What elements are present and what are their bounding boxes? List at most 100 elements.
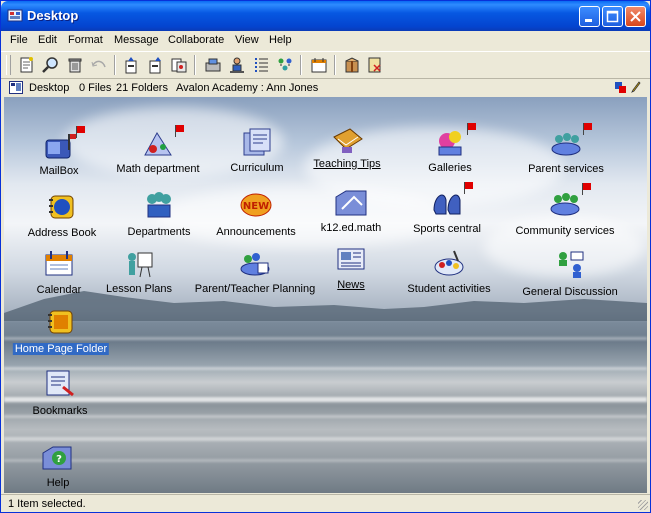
k12-ed-math-icon[interactable] [334, 187, 368, 219]
status-text: 1 Item selected. [8, 498, 86, 510]
people-icon[interactable] [275, 55, 295, 75]
desktop-icon-label[interactable]: MailBox [39, 165, 78, 177]
desktop-icon-label[interactable]: Parent services [528, 163, 604, 175]
desktop-icon-label[interactable]: Parent/Teacher Planning [195, 283, 315, 295]
maximize-icon [606, 10, 619, 23]
toolbar-separator [334, 55, 336, 75]
desktop-icon-label[interactable]: Calendar [37, 284, 82, 296]
address-book-icon[interactable] [45, 190, 79, 222]
desktop-icon-label[interactable]: Address Book [28, 227, 96, 239]
desktop-icon-label[interactable]: Curriculum [230, 162, 283, 174]
curriculum-icon[interactable] [240, 127, 274, 159]
departments-icon[interactable] [142, 189, 176, 221]
list-icon[interactable] [251, 55, 271, 75]
reply-icon[interactable] [89, 55, 109, 75]
help-icon[interactable]: ? [41, 441, 75, 473]
sports-central-icon[interactable] [430, 186, 464, 218]
desktop-icon-label[interactable]: Lesson Plans [106, 283, 172, 295]
close-doc-icon[interactable] [365, 55, 385, 75]
minimize-button[interactable] [579, 6, 600, 27]
student-activities-icon[interactable] [432, 247, 466, 279]
community-services-icon[interactable] [548, 187, 582, 219]
download-icon[interactable] [145, 55, 165, 75]
math-department-icon[interactable] [141, 129, 175, 161]
calendar-icon[interactable] [309, 55, 329, 75]
red-flag-icon [175, 125, 184, 137]
trash-icon[interactable] [65, 55, 85, 75]
desktop-icon-label[interactable]: Galleries [428, 162, 471, 174]
calendar-icon[interactable] [42, 247, 76, 279]
lesson-plans-icon[interactable] [122, 249, 156, 281]
menu-help[interactable]: Help [269, 34, 292, 46]
user-icon[interactable] [227, 55, 247, 75]
red-flag-icon [583, 123, 592, 135]
window-title: Desktop [27, 8, 79, 23]
desktop-icon-label[interactable]: General Discussion [522, 286, 617, 298]
desktop-window: Desktop File Edit Format Message Collabo… [0, 0, 651, 513]
toolbar-grip[interactable] [6, 55, 11, 75]
bookmarks-icon[interactable] [43, 367, 77, 399]
toolbar-separator [300, 55, 302, 75]
toolbar-separator [194, 55, 196, 75]
academy-user: Avalon Academy : Ann Jones [176, 82, 319, 94]
desktop-area[interactable]: MailBox Math department Curriculum Teaching… [4, 97, 647, 493]
network-icon[interactable] [203, 55, 223, 75]
toolbar [1, 51, 650, 79]
package-icon[interactable] [342, 55, 362, 75]
red-flag-icon [582, 183, 591, 195]
general-discussion-icon[interactable] [553, 248, 587, 280]
copy-icon[interactable] [169, 55, 189, 75]
upload-icon[interactable] [121, 55, 141, 75]
menu-format[interactable]: Format [68, 34, 103, 46]
desktop-icon-label[interactable]: k12.ed.math [321, 222, 382, 234]
close-icon [630, 11, 641, 22]
address-bar: Desktop 0 Files 21 Folders Avalon Academ… [1, 80, 650, 96]
galleries-icon[interactable] [433, 127, 467, 159]
red-flag-icon [76, 126, 85, 138]
resize-grip[interactable] [638, 500, 648, 510]
flags-icon[interactable] [615, 82, 626, 93]
news-icon[interactable] [334, 243, 368, 275]
desktop-icon-label[interactable]: Student activities [407, 283, 490, 295]
menu-edit[interactable]: Edit [38, 34, 57, 46]
desktop-icon-label[interactable]: Community services [515, 225, 614, 237]
home-page-folder-icon[interactable] [44, 305, 78, 337]
parent-services-icon[interactable] [549, 127, 583, 159]
menu-collaborate[interactable]: Collaborate [168, 34, 224, 46]
status-bar: 1 Item selected. [1, 494, 650, 512]
menu-view[interactable]: View [235, 34, 259, 46]
desktop-icon-label[interactable]: Home Page Folder [12, 343, 110, 355]
maximize-button[interactable] [602, 6, 623, 27]
red-flag-icon [464, 182, 473, 194]
red-flag-icon [467, 123, 476, 135]
announcements-icon[interactable]: NEW [239, 189, 273, 221]
desktop-icon-label[interactable]: Departments [128, 226, 191, 238]
mailbox-icon[interactable] [42, 130, 76, 162]
desktop-icon-label[interactable]: Help [47, 477, 70, 489]
close-button[interactable] [625, 6, 646, 27]
minimize-icon [585, 19, 592, 22]
folder-count: 21 Folders [116, 82, 168, 94]
desktop-icon-label[interactable]: Teaching Tips [313, 158, 380, 170]
desktop-icon-label[interactable]: Sports central [413, 223, 481, 235]
desktop-icon-label[interactable]: Announcements [216, 226, 296, 238]
desktop-icon-label[interactable]: Bookmarks [32, 405, 87, 417]
desktop-app-icon [7, 9, 23, 22]
location-label: Desktop [29, 82, 70, 94]
menu-file[interactable]: File [10, 34, 28, 46]
svg-text:?: ? [56, 454, 62, 465]
toolbar-separator [114, 55, 116, 75]
title-bar[interactable]: Desktop [1, 1, 650, 31]
svg-text:NEW: NEW [243, 201, 269, 212]
new-document-icon[interactable] [17, 55, 37, 75]
parent-teacher-planning-icon[interactable] [238, 247, 272, 279]
pencil-icon[interactable] [631, 81, 641, 93]
search-icon[interactable] [41, 55, 61, 75]
menu-message[interactable]: Message [114, 34, 159, 46]
desktop-location-icon [9, 81, 23, 94]
desktop-icon-label[interactable]: Math department [116, 163, 199, 175]
desktop-icon-label[interactable]: News [337, 279, 365, 291]
file-count: 0 Files [79, 82, 112, 94]
teaching-tips-icon[interactable] [330, 125, 364, 157]
menu-bar: File Edit Format Message Collaborate Vie… [1, 31, 650, 50]
